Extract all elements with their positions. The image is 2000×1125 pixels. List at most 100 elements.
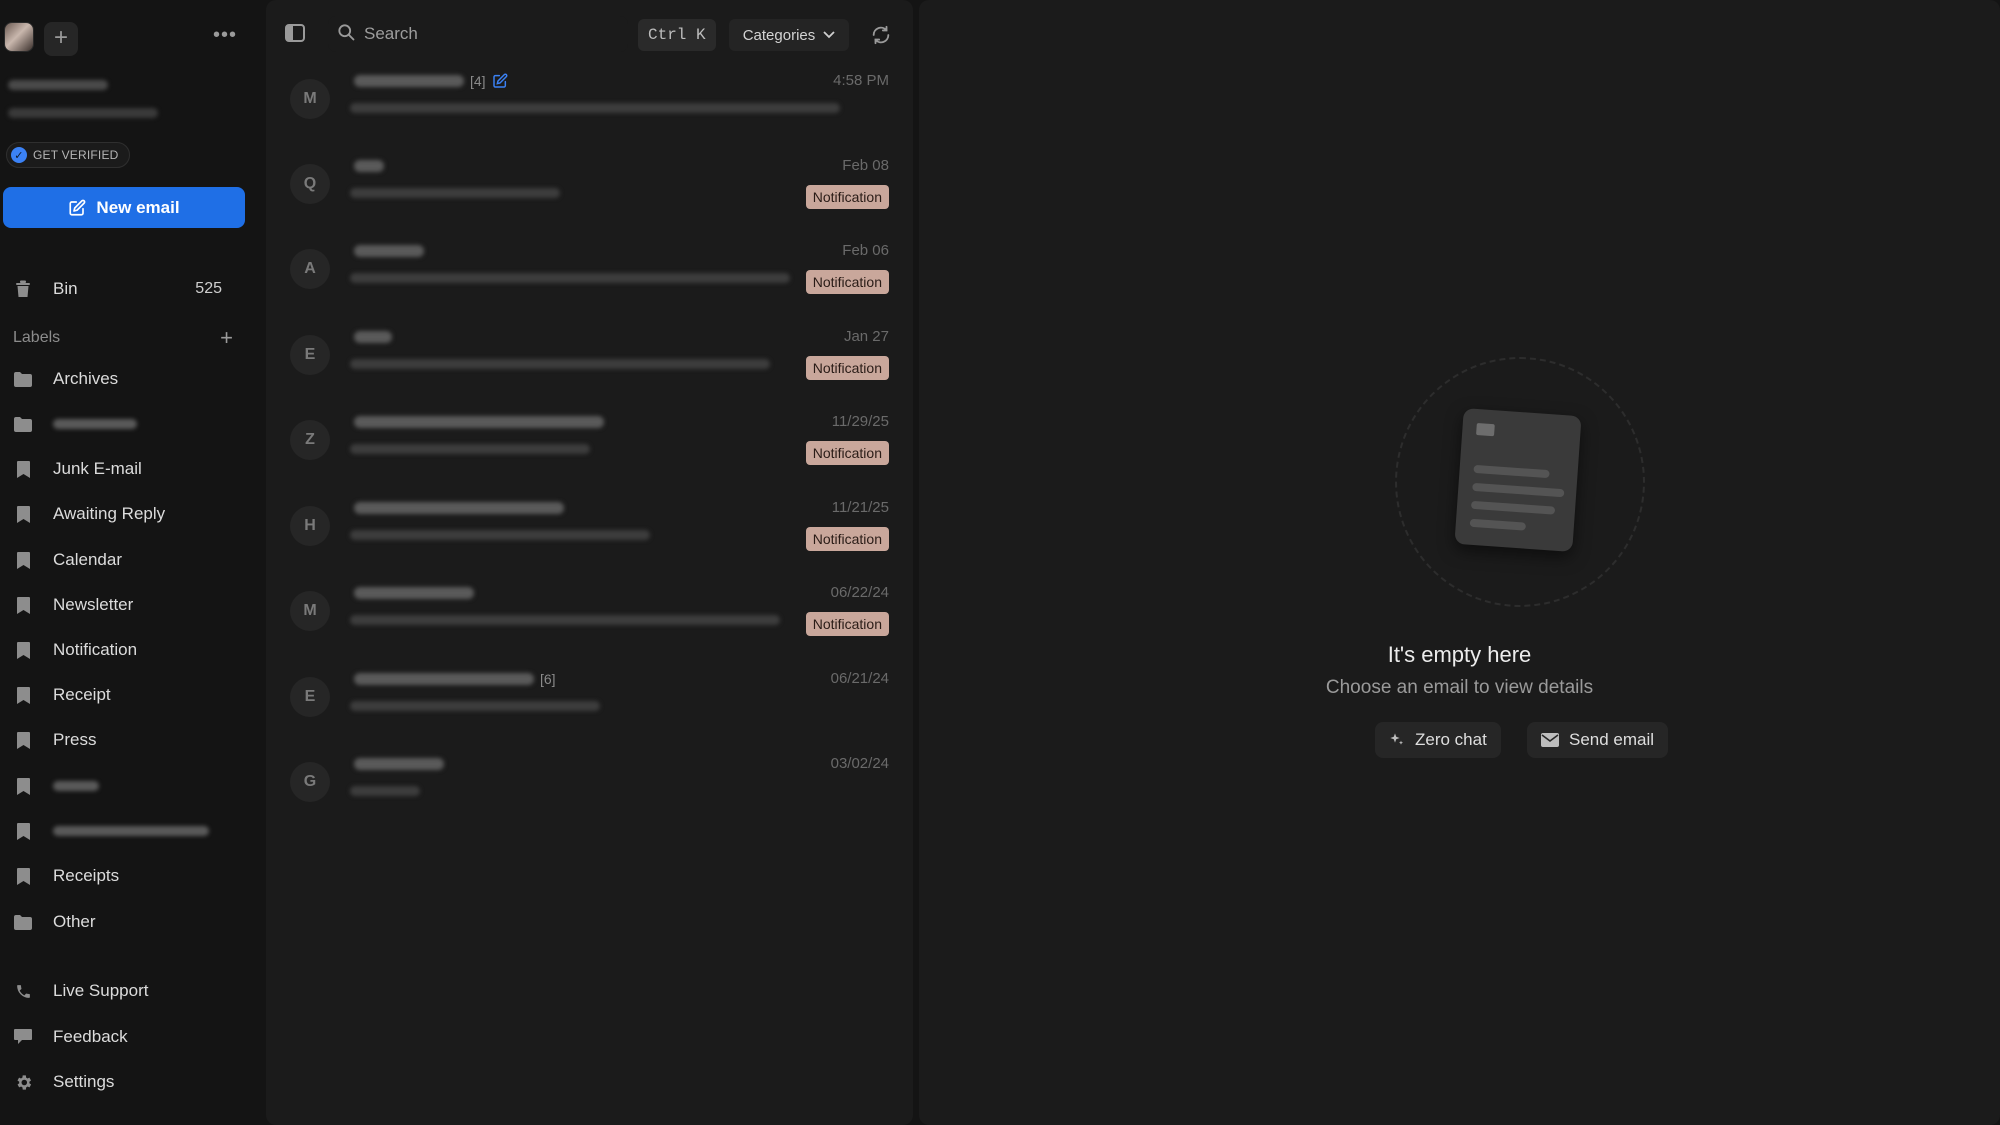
sidebar-item-junk-email[interactable]: Junk E-mail bbox=[0, 451, 240, 487]
redacted-sender bbox=[354, 245, 424, 257]
labels-title: Labels bbox=[13, 329, 61, 346]
sidebar-item-label: Archives bbox=[53, 369, 119, 388]
sender-name bbox=[354, 159, 384, 173]
categories-label: Categories bbox=[742, 26, 816, 44]
categories-dropdown[interactable]: Categories bbox=[729, 19, 849, 51]
new-email-button[interactable]: New email bbox=[3, 187, 245, 228]
email-row[interactable]: E [6] 06/21/24 bbox=[266, 656, 913, 740]
check-icon: ✓ bbox=[11, 147, 27, 163]
sidebar-item-settings[interactable]: Settings bbox=[0, 1064, 240, 1100]
sidebar-item-awaiting-reply[interactable]: Awaiting Reply bbox=[0, 496, 240, 532]
labels-header: Labels + bbox=[13, 325, 233, 351]
notification-badge: Notification bbox=[805, 185, 889, 209]
sender-name bbox=[354, 244, 424, 258]
avatar[interactable] bbox=[4, 22, 34, 52]
email-row[interactable]: M 06/22/24 Notification bbox=[266, 570, 913, 654]
get-verified-label: GET VERIFIED bbox=[33, 148, 119, 162]
notification-badge: Notification bbox=[805, 270, 889, 294]
redacted-sender bbox=[354, 673, 534, 685]
account-bar: + ••• bbox=[0, 18, 262, 58]
email-snippet bbox=[350, 615, 780, 625]
bookmark-icon bbox=[12, 686, 34, 704]
bookmark-icon bbox=[12, 596, 34, 614]
thread-count: [4] bbox=[470, 73, 486, 89]
sidebar-item-redacted[interactable] bbox=[0, 406, 240, 442]
redacted-label bbox=[53, 781, 99, 791]
toggle-sidebar-icon[interactable] bbox=[284, 22, 306, 44]
search-bar[interactable] bbox=[328, 16, 628, 52]
sender-avatar: A bbox=[290, 249, 330, 289]
folder-icon bbox=[12, 914, 34, 930]
email-snippet bbox=[350, 103, 840, 113]
bookmark-icon bbox=[12, 822, 34, 840]
redacted-sender bbox=[354, 160, 384, 172]
email-row[interactable]: E Jan 27 Notification bbox=[266, 314, 913, 398]
get-verified-badge[interactable]: ✓ GET VERIFIED bbox=[6, 142, 130, 168]
add-account-button[interactable]: + bbox=[44, 22, 78, 56]
email-row[interactable]: Q Feb 08 Notification bbox=[266, 143, 913, 227]
sidebar-item-other[interactable]: Other bbox=[0, 904, 240, 940]
sidebar-item-receipt[interactable]: Receipt bbox=[0, 677, 240, 713]
notification-badge: Notification bbox=[805, 441, 889, 465]
doc-line bbox=[1473, 464, 1550, 479]
sidebar-item-notification[interactable]: Notification bbox=[0, 632, 240, 668]
email-date: 11/29/25 bbox=[831, 413, 889, 430]
email-snippet bbox=[350, 530, 650, 540]
sidebar-item-label: Other bbox=[53, 912, 96, 931]
sender-name bbox=[354, 330, 392, 344]
email-row[interactable]: H 11/21/25 Notification bbox=[266, 485, 913, 569]
sidebar-item-feedback[interactable]: Feedback bbox=[0, 1019, 240, 1055]
email-snippet bbox=[350, 273, 790, 283]
sidebar-item-label: Bin bbox=[53, 279, 78, 298]
email-row[interactable]: A Feb 06 Notification bbox=[266, 228, 913, 312]
sender-avatar: E bbox=[290, 677, 330, 717]
sender-name bbox=[354, 501, 564, 515]
sidebar-item-label: Settings bbox=[53, 1072, 115, 1091]
thread-count: [6] bbox=[540, 671, 556, 687]
notification-badge: Notification bbox=[805, 527, 889, 551]
bookmark-icon bbox=[12, 641, 34, 659]
chevron-down-icon bbox=[823, 31, 835, 39]
account-name bbox=[8, 80, 108, 90]
mail-app: + ••• ✓ GET VERIFIED New email Bin 525 L… bbox=[0, 0, 2000, 1125]
sidebar-item-live-support[interactable]: Live Support bbox=[0, 973, 240, 1009]
sidebar-item-label: Press bbox=[53, 730, 97, 749]
email-row[interactable]: M [4] 4:58 PM bbox=[266, 58, 913, 142]
redacted-sender bbox=[354, 587, 474, 599]
doc-line bbox=[1470, 500, 1556, 515]
redacted-label bbox=[53, 419, 137, 429]
sidebar-item-receipts[interactable]: Receipts bbox=[0, 858, 240, 894]
sidebar-item-newsletter[interactable]: Newsletter bbox=[0, 587, 240, 623]
sender-name: [6] bbox=[354, 671, 556, 687]
more-options-button[interactable]: ••• bbox=[210, 25, 240, 50]
sender-avatar: M bbox=[290, 79, 330, 119]
email-row[interactable]: G 03/02/24 bbox=[266, 741, 913, 825]
sidebar-item-redacted[interactable] bbox=[0, 813, 240, 849]
sidebar-item-bin[interactable]: Bin 525 bbox=[0, 271, 240, 307]
sidebar-item-calendar[interactable]: Calendar bbox=[0, 542, 240, 578]
search-input[interactable] bbox=[364, 24, 564, 44]
bookmark-icon bbox=[12, 551, 34, 569]
notification-badge: Notification bbox=[805, 612, 889, 636]
sidebar-item-archives[interactable]: Archives bbox=[0, 361, 240, 397]
sidebar-item-label: Notification bbox=[53, 640, 138, 659]
bin-count: 525 bbox=[195, 280, 222, 297]
refresh-icon[interactable] bbox=[870, 24, 892, 46]
sidebar-item-label: Live Support bbox=[53, 981, 149, 1000]
add-label-button[interactable]: + bbox=[220, 325, 233, 351]
bookmark-icon bbox=[12, 731, 34, 749]
bookmark-icon bbox=[12, 777, 34, 795]
search-shortcut-hint: Ctrl K bbox=[638, 19, 716, 51]
draft-icon bbox=[492, 73, 508, 88]
email-date: 06/21/24 bbox=[830, 670, 889, 687]
folder-icon bbox=[12, 416, 34, 432]
sender-name bbox=[354, 757, 444, 771]
send-email-label: Send email bbox=[1569, 730, 1655, 749]
sidebar-item-redacted[interactable] bbox=[0, 768, 240, 804]
zero-chat-button[interactable]: Zero chat bbox=[1375, 722, 1501, 758]
sidebar-item-press[interactable]: Press bbox=[0, 722, 240, 758]
email-row[interactable]: Z 11/29/25 Notification bbox=[266, 399, 913, 483]
send-email-button[interactable]: Send email bbox=[1527, 722, 1669, 758]
sender-avatar: G bbox=[290, 762, 330, 802]
sidebar-item-label: Receipts bbox=[53, 866, 120, 885]
